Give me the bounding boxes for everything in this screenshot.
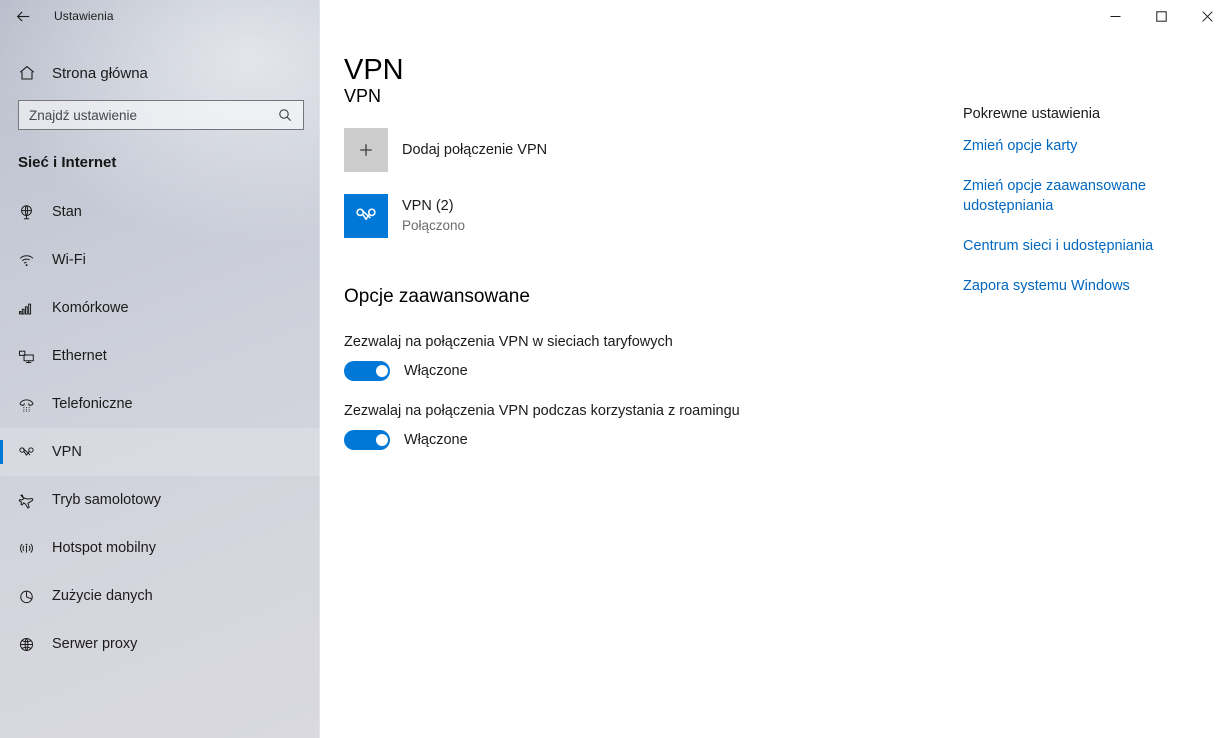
metered-networks-toggle[interactable] <box>344 361 390 381</box>
vpn-connection-name: VPN (2) <box>402 198 454 214</box>
sidebar-item-label: Serwer proxy <box>52 636 138 652</box>
back-button[interactable] <box>0 0 46 32</box>
sidebar-item-label: VPN <box>52 444 82 460</box>
data-usage-pie-icon <box>18 588 42 605</box>
search-icon[interactable] <box>277 108 293 122</box>
sidebar-item-label: Komórkowe <box>52 300 129 316</box>
related-link-windows-firewall[interactable]: Zapora systemu Windows <box>963 276 1203 296</box>
window-body: Strona główna Sieć i Internet <box>0 0 1230 738</box>
setting-label: Zezwalaj na połączenia VPN w sieciach ta… <box>344 334 673 350</box>
toggle-knob <box>376 434 388 446</box>
content-inner: VPN <box>320 52 1230 88</box>
sidebar-item-label: Zużycie danych <box>52 588 153 604</box>
globe-icon <box>18 636 42 653</box>
mobile-hotspot-icon <box>18 540 42 557</box>
sidebar-nav-list: Stan Wi-Fi Komórkowe Ethernet Telefonicz… <box>0 188 320 668</box>
sidebar-item-label: Ethernet <box>52 348 107 364</box>
plus-icon <box>344 128 388 172</box>
airplane-icon <box>18 492 42 509</box>
sidebar-item-home[interactable]: Strona główna <box>0 52 320 94</box>
ethernet-icon <box>18 348 42 365</box>
settings-window: Strona główna Sieć i Internet <box>0 0 1230 738</box>
add-vpn-connection-button[interactable]: Dodaj połączenie VPN <box>344 126 744 174</box>
title-bar: Ustawienia <box>0 0 1230 32</box>
dial-up-phone-icon <box>18 396 42 413</box>
vpn-connection-icon <box>344 194 388 238</box>
related-link-adapter-options[interactable]: Zmień opcje karty <box>963 136 1203 156</box>
sidebar-item-label: Telefoniczne <box>52 396 133 412</box>
toggle-state-label: Włączone <box>404 363 468 379</box>
main-content: VPN VPN Dodaj połączenie VPN VPN (2) Poł… <box>320 0 1230 738</box>
sidebar-item-vpn[interactable]: VPN <box>0 428 320 476</box>
setting-metered-networks: Zezwalaj na połączenia VPN w sieciach ta… <box>344 332 954 381</box>
minimize-button[interactable] <box>1092 0 1138 32</box>
sidebar-item-ethernet[interactable]: Ethernet <box>0 332 320 380</box>
advanced-options-section: Opcje zaawansowane Zezwalaj na połączeni… <box>344 284 954 450</box>
close-button[interactable] <box>1184 0 1230 32</box>
sidebar-item-serwer-proxy[interactable]: Serwer proxy <box>0 620 320 668</box>
sidebar-item-label: Tryb samolotowy <box>52 492 162 508</box>
sidebar-item-tryb-samolotowy[interactable]: Tryb samolotowy <box>0 476 320 524</box>
window-controls <box>1092 0 1230 32</box>
toggle-row: Włączone <box>344 361 954 381</box>
roaming-toggle[interactable] <box>344 430 390 450</box>
sidebar-item-hotspot-mobilny[interactable]: Hotspot mobilny <box>0 524 320 572</box>
related-link-network-sharing-center[interactable]: Centrum sieci i udostępniania <box>963 236 1203 256</box>
sidebar-item-label: Stan <box>52 204 82 220</box>
setting-label: Zezwalaj na połączenia VPN podczas korzy… <box>344 403 740 419</box>
vpn-settings-column: VPN Dodaj połączenie VPN VPN (2) Połączo… <box>344 84 954 470</box>
vpn-group-heading: VPN <box>344 86 382 106</box>
related-settings-title: Pokrewne ustawienia <box>963 106 1101 122</box>
search-input[interactable] <box>29 107 277 123</box>
vpn-connection-status: Połączono <box>402 218 466 233</box>
network-status-icon <box>18 204 42 221</box>
add-vpn-label: Dodaj połączenie VPN <box>402 142 548 158</box>
title-bar-drag-area <box>320 0 1092 32</box>
sidebar-item-komorkowe[interactable]: Komórkowe <box>0 284 320 332</box>
maximize-button[interactable] <box>1138 0 1184 32</box>
page-title: VPN <box>344 54 404 86</box>
sidebar-item-stan[interactable]: Stan <box>0 188 320 236</box>
vpn-connection-item[interactable]: VPN (2) Połączono <box>344 194 744 238</box>
cellular-signal-icon <box>18 300 42 317</box>
toggle-knob <box>376 365 388 377</box>
related-link-advanced-sharing[interactable]: Zmień opcje zaawansowane udostępniania <box>963 176 1203 216</box>
sidebar-home-label: Strona główna <box>52 64 148 82</box>
title-bar-left: Ustawienia <box>0 0 320 32</box>
sidebar-section-title: Sieć i Internet <box>18 154 117 171</box>
search-container <box>18 100 304 130</box>
app-title: Ustawienia <box>54 9 114 23</box>
sidebar-item-wifi[interactable]: Wi-Fi <box>0 236 320 284</box>
sidebar-item-label: Wi-Fi <box>52 252 86 268</box>
sidebar-item-telefoniczne[interactable]: Telefoniczne <box>0 380 320 428</box>
search-box[interactable] <box>18 100 304 130</box>
toggle-state-label: Włączone <box>404 432 468 448</box>
sidebar-item-zuzycie-danych[interactable]: Zużycie danych <box>0 572 320 620</box>
sidebar: Strona główna Sieć i Internet <box>0 0 320 738</box>
wifi-icon <box>18 252 42 269</box>
advanced-options-title: Opcje zaawansowane <box>344 286 530 307</box>
setting-roaming: Zezwalaj na połączenia VPN podczas korzy… <box>344 401 954 450</box>
sidebar-item-label: Hotspot mobilny <box>52 540 156 556</box>
toggle-row: Włączone <box>344 430 954 450</box>
home-icon <box>18 64 40 82</box>
related-settings-panel: Pokrewne ustawienia Zmień opcje karty Zm… <box>963 104 1203 316</box>
vpn-icon <box>18 444 42 461</box>
vpn-connection-text: VPN (2) Połączono <box>388 197 465 235</box>
